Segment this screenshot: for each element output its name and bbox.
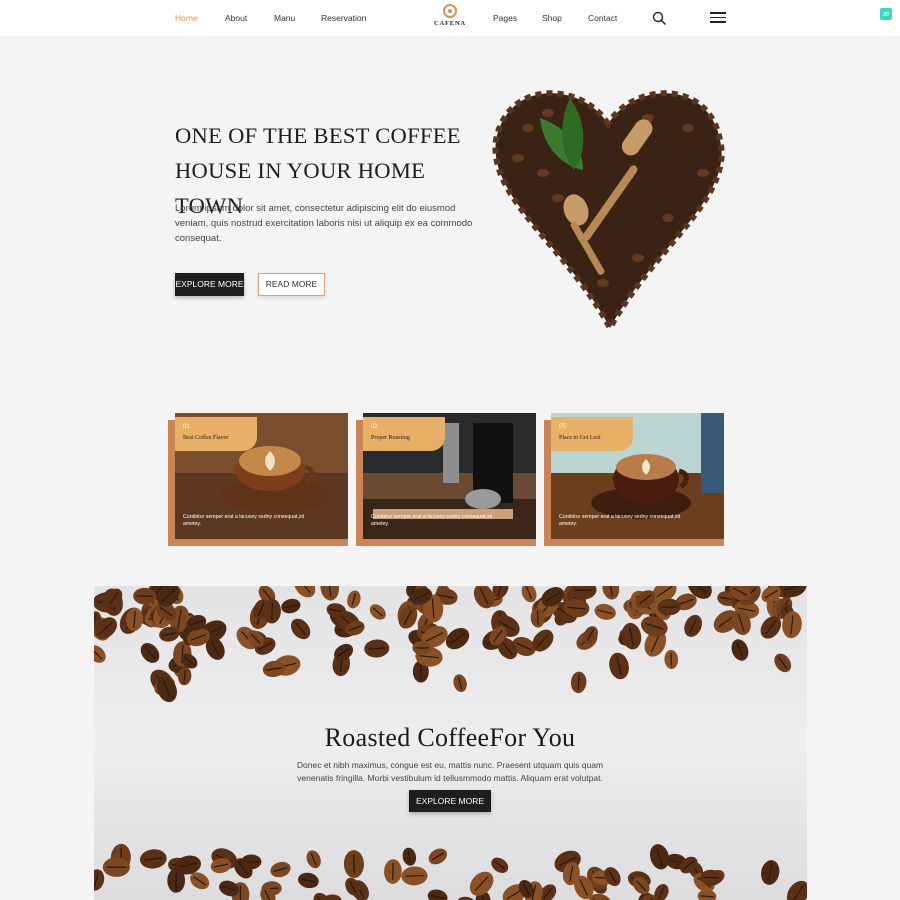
top-navigation: Home About Manu Reservation CAFENA Pages…	[0, 0, 900, 36]
card-description: Curabitur semper erat a lacusey sedny co…	[371, 514, 493, 527]
banner-description: Donec et nibh maximus, congue est eu, ma…	[296, 760, 604, 783]
card-title: Best Coffee Flavor	[183, 435, 229, 441]
card-number: 01	[183, 424, 190, 430]
coffee-bean-heart-image	[492, 90, 725, 330]
nav-shop[interactable]: Shop	[542, 13, 562, 23]
nav-manu[interactable]: Manu	[274, 13, 295, 23]
card-number: 02	[371, 424, 378, 430]
card-title: Proper Roasting	[371, 435, 410, 441]
card-tag: 02 Proper Roasting	[363, 417, 445, 451]
banner-explore-more-button[interactable]: EXPLORE MORE	[409, 790, 491, 812]
extension-badge-icon[interactable]: æ	[880, 8, 892, 20]
search-icon[interactable]	[652, 11, 666, 25]
card-description: Curabitur semper erat a lacusey sedny co…	[183, 514, 305, 527]
nav-about[interactable]: About	[225, 13, 247, 23]
card-number: 05	[559, 424, 566, 430]
cafena-logo-icon	[443, 4, 457, 18]
banner-title: Roasted CoffeeFor You	[324, 723, 576, 752]
read-more-button[interactable]: READ MORE	[258, 273, 325, 296]
feature-card[interactable]: 05 Place to Get Lost Curabitur semper er…	[544, 413, 731, 546]
feature-card[interactable]: 01 Best Coffee Flavor Curabitur semper e…	[168, 413, 355, 546]
site-logo[interactable]: CAFENA	[432, 4, 468, 34]
hamburger-menu-icon[interactable]	[710, 12, 726, 24]
card-tag: 01 Best Coffee Flavor	[175, 417, 257, 451]
card-tag: 05 Place to Get Lost	[551, 417, 633, 451]
logo-text: CAFENA	[434, 20, 466, 27]
nav-reservation[interactable]: Reservation	[321, 13, 366, 23]
card-description: Curabitur semper erat a lacusey sedny co…	[559, 514, 681, 527]
nav-home[interactable]: Home	[175, 13, 198, 23]
nav-contact[interactable]: Contact	[588, 13, 617, 23]
explore-more-button[interactable]: EXPLORE MORE	[175, 273, 244, 296]
feature-card[interactable]: 02 Proper Roasting Curabitur semper erat…	[356, 413, 543, 546]
card-title: Place to Get Lost	[559, 435, 601, 441]
hero-description: Lorem ipsum dolor sit amet, consectetur …	[175, 203, 473, 245]
nav-pages[interactable]: Pages	[493, 13, 517, 23]
